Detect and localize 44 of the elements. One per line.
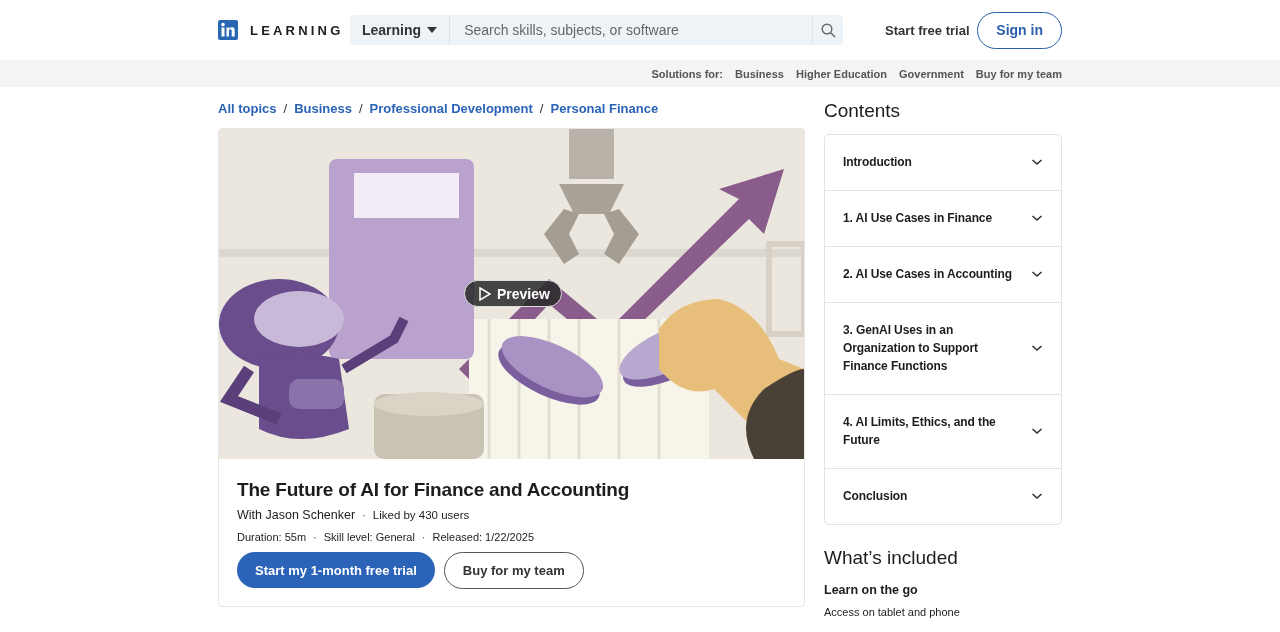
search-button[interactable] (812, 15, 843, 45)
breadcrumb-separator: / (358, 100, 363, 116)
breadcrumb-separator: / (539, 100, 544, 116)
course-meta: Released: 1/22/2025 (432, 531, 535, 543)
search-icon (820, 22, 836, 38)
breadcrumb-link[interactable]: Personal Finance (550, 100, 659, 116)
solutions-link[interactable]: Business (735, 67, 784, 80)
start-trial-link[interactable]: Start free trial (885, 22, 970, 38)
breadcrumb-link[interactable]: Business (294, 100, 352, 116)
contents-section[interactable]: Conclusion (825, 469, 1061, 524)
breadcrumb-link[interactable]: All topics (218, 100, 277, 116)
breadcrumb-separator: / (283, 100, 288, 116)
contents-section[interactable]: 4. AI Limits, Ethics, and the Future (825, 395, 1061, 469)
instructor-name: With Jason Schenker (237, 508, 356, 522)
contents-section[interactable]: Introduction (825, 135, 1061, 191)
logo-text: LEARNING (250, 22, 344, 38)
solutions-label: Solutions for: (651, 67, 723, 80)
included-heading: What’s included (824, 547, 959, 569)
included-item-title: Learn on the go (824, 583, 919, 597)
separator-dot: · (421, 531, 426, 543)
search-scope-dropdown[interactable]: Learning (350, 15, 451, 45)
buy-for-team-button[interactable]: Buy for my team (443, 552, 584, 589)
solutions-link[interactable]: Higher Education (795, 67, 887, 80)
sign-in-button[interactable]: Sign in (977, 11, 1062, 49)
separator-dot: · (362, 509, 366, 521)
contents-section[interactable]: 2. AI Use Cases in Accounting (825, 247, 1061, 303)
included-item-text: Access on tablet and phone (824, 606, 961, 618)
play-icon (479, 286, 491, 301)
course-meta: Duration: 55m (237, 531, 307, 543)
caret-icon (427, 27, 438, 33)
start-trial-button[interactable]: Start my 1-month free trial (237, 552, 435, 588)
preview-button[interactable]: Preview (464, 280, 562, 307)
course-meta: Skill level: General (323, 531, 415, 543)
likes-count: Liked by 430 users (372, 509, 470, 521)
solutions-link[interactable]: Buy for my team (975, 67, 1062, 80)
logo-icon (218, 20, 238, 40)
contents-heading: Contents (824, 100, 902, 122)
contents-section[interactable]: 3. GenAI Uses in an Organization to Support Finance Functions (825, 303, 1061, 395)
search-field[interactable]: Search skills, subjects, or software (450, 15, 812, 45)
contents-section[interactable]: 1. AI Use Cases in Finance (825, 191, 1061, 247)
solutions-link[interactable]: Government (899, 67, 964, 80)
breadcrumb-link[interactable]: Professional Development (369, 100, 533, 116)
course-title: The Future of AI for Finance and Accounting (237, 479, 631, 501)
separator-dot: · (313, 531, 317, 543)
